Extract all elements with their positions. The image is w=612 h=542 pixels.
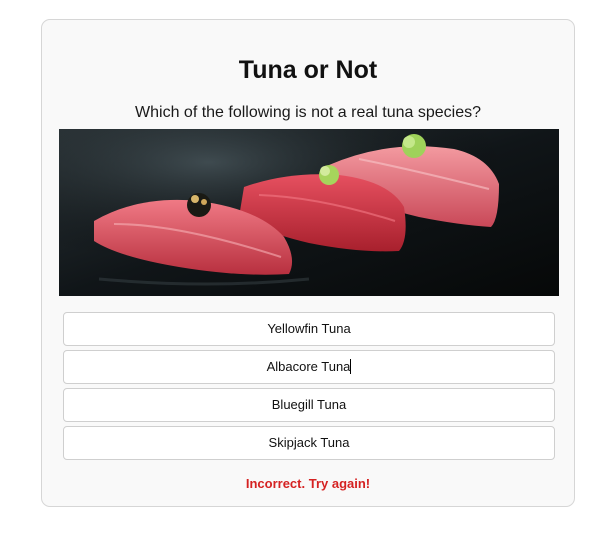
tuna-sushi-image [59,129,559,296]
option-skipjack-button[interactable]: Skipjack Tuna [63,426,555,460]
text-cursor [350,359,352,374]
option-label: Bluegill Tuna [271,397,347,412]
option-yellowfin-button[interactable]: Yellowfin Tuna [63,312,555,346]
quiz-question: Which of the following is not a real tun… [135,104,481,121]
option-label: Yellowfin Tuna [267,321,351,336]
answer-options: Yellowfin Tuna Albacore Tuna Bluegill Tu… [63,312,555,464]
option-label: Skipjack Tuna [268,435,350,450]
quiz-card: Tuna or Not Which of the following is no… [41,19,575,507]
quiz-title: Tuna or Not [238,56,378,84]
option-albacore-button[interactable]: Albacore Tuna [63,350,555,384]
option-bluegill-button[interactable]: Bluegill Tuna [63,388,555,422]
option-label: Albacore Tuna [266,359,351,374]
feedback-message: Incorrect. Try again! [245,476,371,491]
